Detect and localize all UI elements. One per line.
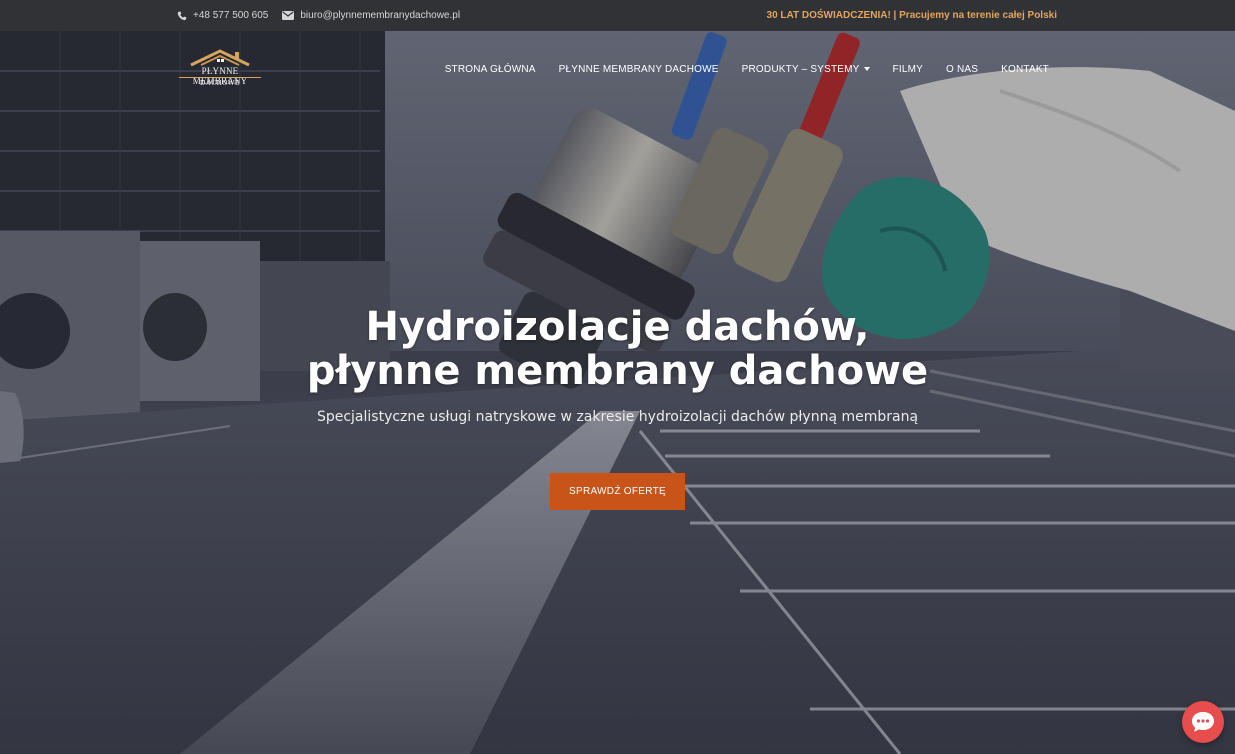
nav-item-liquid-membranes[interactable]: PŁYNNE MEMBRANY DACHOWE [559, 64, 719, 75]
nav-item-home[interactable]: STRONA GŁÓWNA [445, 64, 536, 75]
phone-icon [177, 11, 187, 21]
email-contact[interactable]: biuro@plynnemembranydachowe.pl [282, 10, 460, 21]
hero-subtitle: Specjalistyczne usługi natryskowe w zakr… [316, 409, 919, 425]
nav-item-films[interactable]: FILMY [893, 64, 923, 75]
headline-line2: płynne membrany dachowe [306, 348, 929, 394]
nav-item-label[interactable]: FILMY [893, 64, 923, 75]
nav-item-label[interactable]: PŁYNNE MEMBRANY DACHOWE [559, 64, 719, 75]
site-logo[interactable]: PŁYNNE MEMBRANY DACHOWE [177, 49, 263, 91]
chat-widget-button[interactable] [1182, 701, 1224, 743]
phone-number[interactable]: +48 577 500 605 [193, 10, 268, 21]
nav-item-products[interactable]: PRODUKTY – SYSTEMY [742, 64, 870, 75]
headline-line1: Hydroizolacje dachów, [365, 304, 870, 350]
logo-line2: DACHOWE [200, 79, 240, 87]
check-offer-button[interactable]: SPRAWDŹ OFERTĘ [550, 473, 685, 510]
chat-bubble-icon [1192, 712, 1214, 732]
caret-down-icon[interactable] [863, 67, 870, 71]
nav-item-contact[interactable]: KONTAKT [1001, 64, 1049, 75]
phone-contact[interactable]: +48 577 500 605 [177, 10, 268, 21]
roof-logo-icon [190, 49, 250, 67]
nav-item-label[interactable]: O NAS [946, 64, 978, 75]
experience-tagline: 30 LAT DOŚWIADCZENIA! | Pracujemy na ter… [766, 10, 1057, 21]
logo-divider [179, 77, 261, 78]
top-contact-bar: +48 577 500 605 biuro@plynnemembranydach… [0, 0, 1235, 31]
envelope-icon [282, 11, 295, 20]
nav-item-about[interactable]: O NAS [946, 64, 978, 75]
nav-item-label[interactable]: KONTAKT [1001, 64, 1049, 75]
hero-headline: Hydroizolacje dachów, płynne membrany da… [0, 305, 1235, 393]
nav-item-label[interactable]: STRONA GŁÓWNA [445, 64, 536, 75]
main-navigation: STRONA GŁÓWNA PŁYNNE MEMBRANY DACHOWE PR… [445, 58, 1049, 80]
email-address[interactable]: biuro@plynnemembranydachowe.pl [300, 10, 460, 21]
contact-info: +48 577 500 605 biuro@plynnemembranydach… [177, 0, 460, 31]
nav-item-label[interactable]: PRODUKTY – SYSTEMY [742, 64, 860, 75]
